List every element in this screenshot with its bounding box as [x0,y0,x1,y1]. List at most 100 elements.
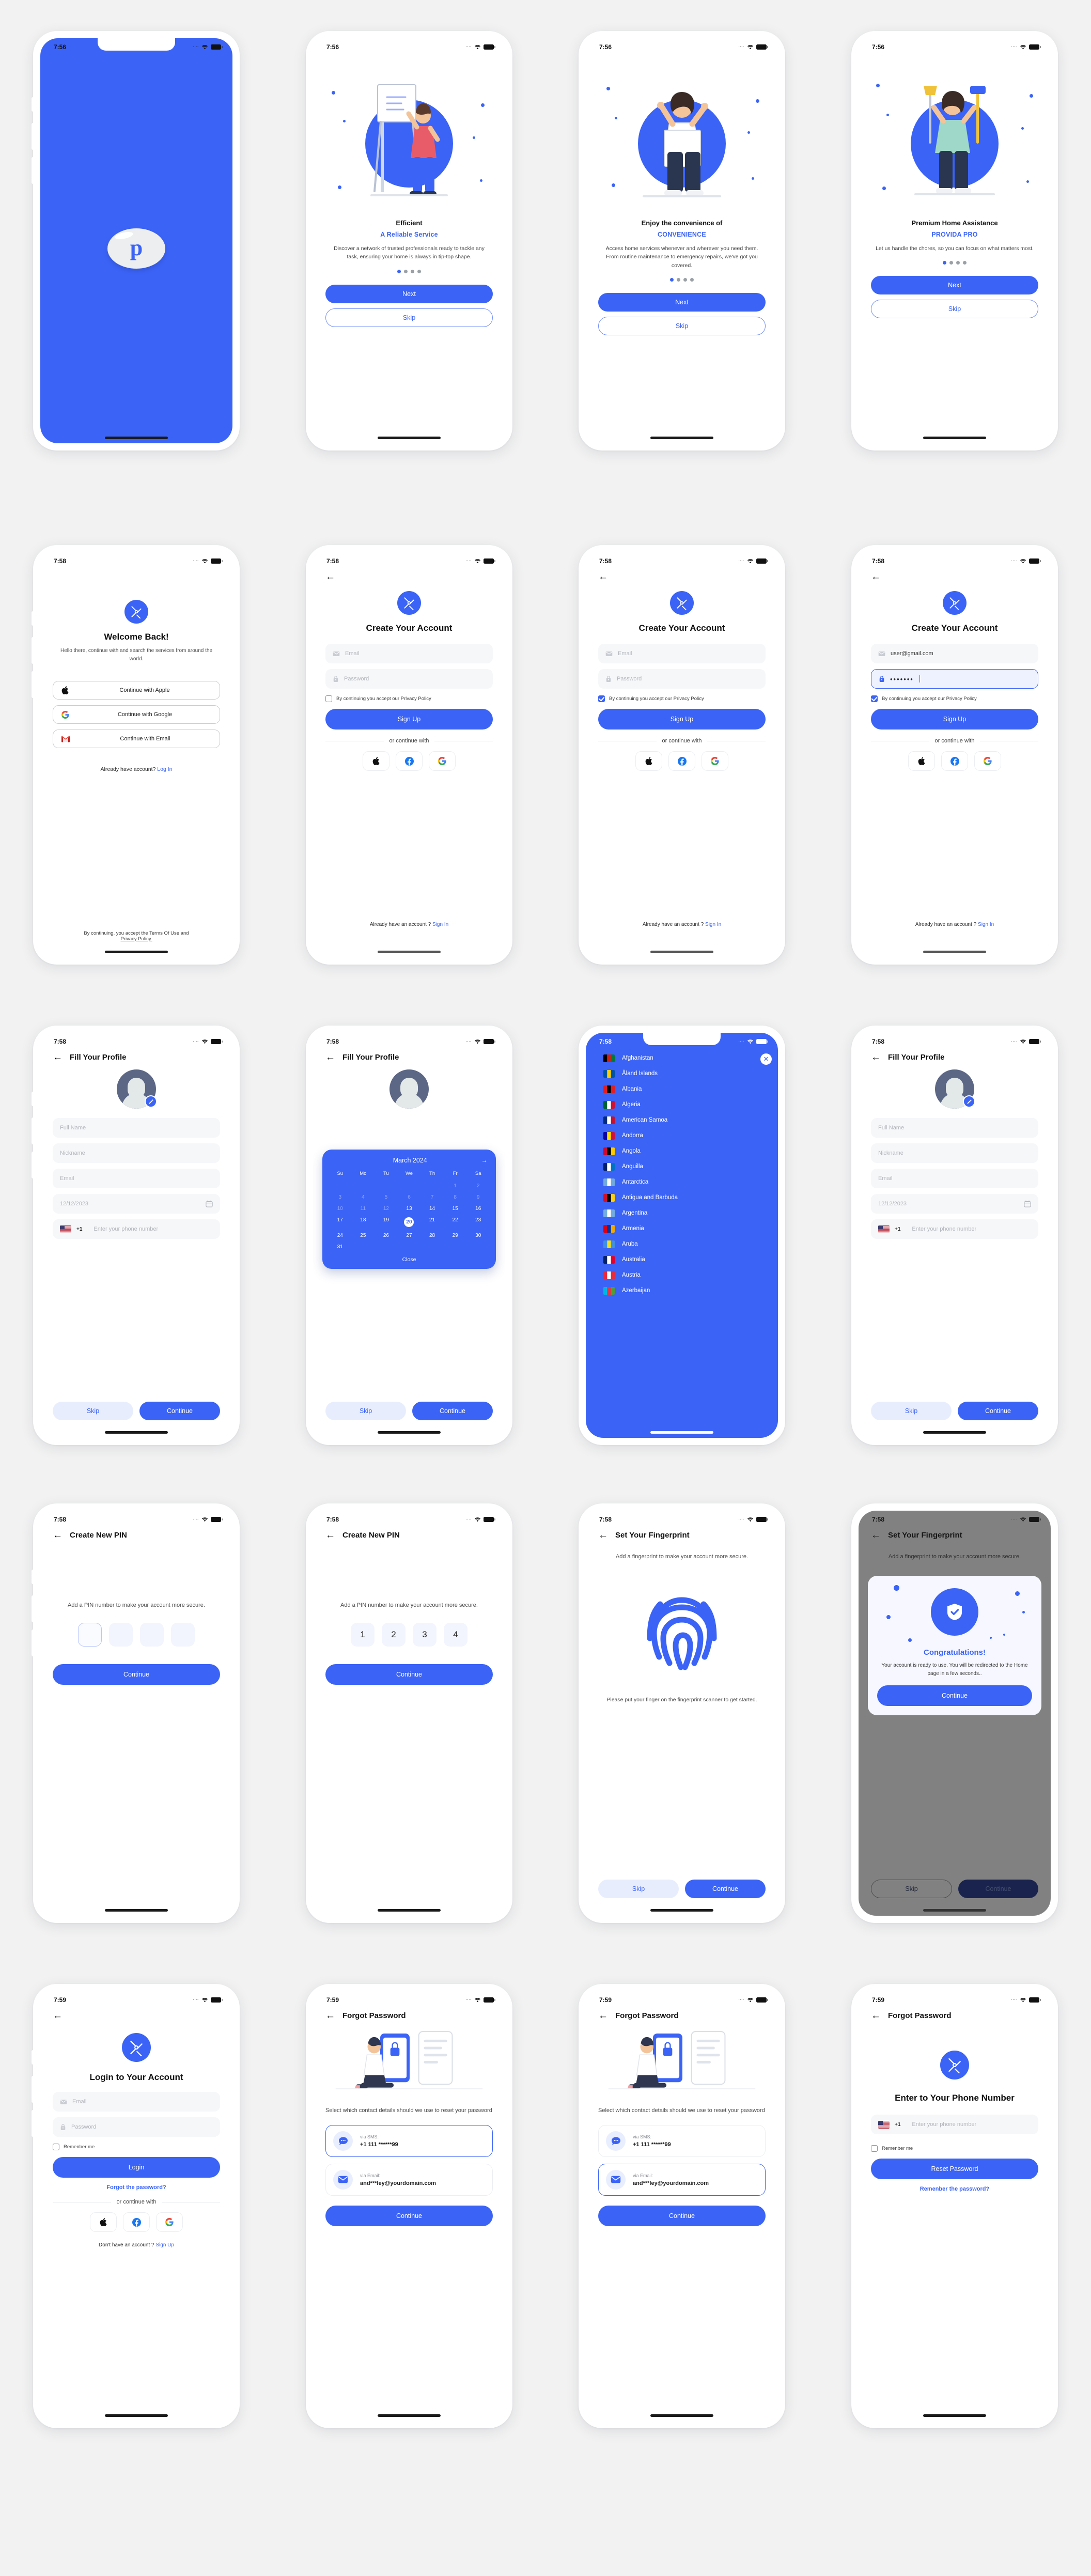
calendar-day[interactable]: 19 [375,1215,398,1229]
full-name-field[interactable]: Full Name [871,1118,1038,1138]
email-field[interactable]: Email [53,2092,220,2112]
login-button[interactable]: Login [53,2157,220,2178]
email-field[interactable]: Email [325,644,493,663]
consent-checkbox[interactable] [871,695,878,702]
page-dot[interactable] [417,269,421,273]
facebook-social-button[interactable] [396,751,423,771]
edit-avatar-button[interactable] [963,1095,975,1108]
phone-field[interactable]: +1 Enter your phone number [53,1219,220,1239]
apple-social-button[interactable] [635,751,662,771]
skip-button[interactable]: Skip [598,1880,679,1898]
sign-up-button[interactable]: Sign Up [598,709,766,730]
page-dot[interactable] [397,269,401,273]
continue-button[interactable]: Continue [325,1664,493,1685]
skip-button[interactable]: Skip [871,1402,952,1420]
remember-me-checkbox[interactable] [53,2144,59,2150]
pin-digit-3[interactable]: 3 [413,1622,437,1647]
country-list-item[interactable]: Aruba [586,1236,778,1252]
country-list-item[interactable]: Afghanistan [586,1050,778,1066]
calendar-day[interactable]: 22 [444,1215,467,1229]
consent-checkbox[interactable] [325,695,332,702]
back-button[interactable]: ← [598,572,608,582]
google-social-button[interactable] [156,2212,183,2232]
google-social-button[interactable] [702,751,728,771]
calendar-day[interactable]: 23 [466,1215,490,1229]
country-list-item[interactable]: Australia [586,1252,778,1267]
country-list-item[interactable]: Angola [586,1143,778,1159]
remember-me-row[interactable]: Remenber me [53,2144,220,2150]
pin-digit-1[interactable] [78,1622,102,1647]
calendar-icon[interactable] [1024,1200,1031,1207]
page-dot[interactable] [404,269,408,273]
back-button[interactable]: ← [325,1530,335,1540]
continue-with-apple-button[interactable]: Continue with Apple [53,681,220,700]
page-dot[interactable] [411,269,414,273]
country-list-item[interactable]: Algeria [586,1097,778,1112]
back-button[interactable]: ← [53,1052,63,1062]
country-list-item[interactable]: Austria [586,1267,778,1283]
calendar-close-button[interactable]: Close [329,1256,490,1263]
calendar-icon[interactable] [206,1200,213,1207]
sign-up-button[interactable]: Sign Up [325,709,493,730]
date-of-birth-field[interactable]: 12/12/2023 [53,1194,220,1214]
country-list-item[interactable]: Azerbaijan [586,1283,778,1298]
page-dot[interactable] [949,261,953,265]
continue-button[interactable]: Continue [958,1402,1038,1420]
skip-button[interactable]: Skip [598,316,766,335]
back-button[interactable]: ← [598,2011,608,2021]
calendar-day[interactable]: 8 [444,1192,467,1202]
date-of-birth-field[interactable]: 12/12/2023 [871,1194,1038,1214]
sign-in-link[interactable]: Sign In [705,922,721,927]
sign-in-link[interactable]: Sign In [978,922,994,927]
continue-button[interactable]: Continue [412,1402,493,1420]
apple-social-button[interactable] [908,751,935,771]
back-button[interactable]: ← [325,572,335,582]
phone-field[interactable]: +1 Enter your phone number [871,2115,1038,2134]
pin-digit-4[interactable]: 4 [444,1622,467,1647]
nickname-field[interactable]: Nickname [871,1143,1038,1163]
consent-checkbox[interactable] [598,695,605,702]
apple-social-button[interactable] [363,751,389,771]
password-field[interactable]: Password [53,2117,220,2137]
calendar-day[interactable]: 6 [398,1192,421,1202]
edit-avatar-button[interactable] [145,1095,157,1108]
facebook-social-button[interactable] [123,2212,150,2232]
calendar-day[interactable]: 26 [375,1231,398,1240]
country-list-item[interactable]: Andorra [586,1128,778,1143]
country-list-item[interactable]: Armenia [586,1221,778,1236]
email-field[interactable]: user@gmail.com [871,644,1038,663]
calendar-day[interactable]: 12 [375,1204,398,1214]
google-social-button[interactable] [974,751,1001,771]
page-dot[interactable] [677,277,680,282]
continue-button[interactable]: Continue [598,2205,766,2226]
continue-button[interactable]: Continue [877,1685,1032,1706]
page-dot[interactable] [690,277,694,282]
privacy-consent-row[interactable]: By continuing you accept our Privacy Pol… [598,695,766,702]
facebook-social-button[interactable] [668,751,695,771]
privacy-consent-row[interactable]: By continuing you accept our Privacy Pol… [325,695,493,702]
calendar-day[interactable]: 5 [375,1192,398,1202]
privacy-consent-row[interactable]: By continuing you accept our Privacy Pol… [871,695,1038,702]
back-button[interactable]: ← [53,1530,63,1540]
apple-social-button[interactable] [90,2212,117,2232]
back-button[interactable]: ← [598,1530,608,1540]
page-dot[interactable] [670,277,674,282]
calendar-day[interactable]: 13 [398,1204,421,1214]
email-field[interactable]: Email [871,1169,1038,1188]
calendar-next-month-button[interactable]: → [481,1157,488,1164]
contact-option-email[interactable]: via Email: and***ley@yourdomain.com [325,2163,493,2196]
continue-button[interactable]: Continue [325,2205,493,2226]
pin-digit-1[interactable]: 1 [351,1622,375,1647]
calendar-day[interactable]: 10 [329,1204,352,1214]
page-dot[interactable] [956,261,960,265]
pin-inputs[interactable] [53,1622,220,1647]
fingerprint-graphic[interactable] [598,1585,766,1675]
sign-in-link[interactable]: Sign In [432,922,448,927]
back-button[interactable]: ← [53,2011,63,2021]
continue-button[interactable]: Continue [685,1880,766,1898]
sign-up-button[interactable]: Sign Up [871,709,1038,730]
calendar-day[interactable]: 18 [352,1215,375,1229]
back-button[interactable]: ← [871,1052,881,1062]
calendar-day[interactable]: 20 [398,1215,421,1229]
country-list-item[interactable]: Albania [586,1081,778,1097]
